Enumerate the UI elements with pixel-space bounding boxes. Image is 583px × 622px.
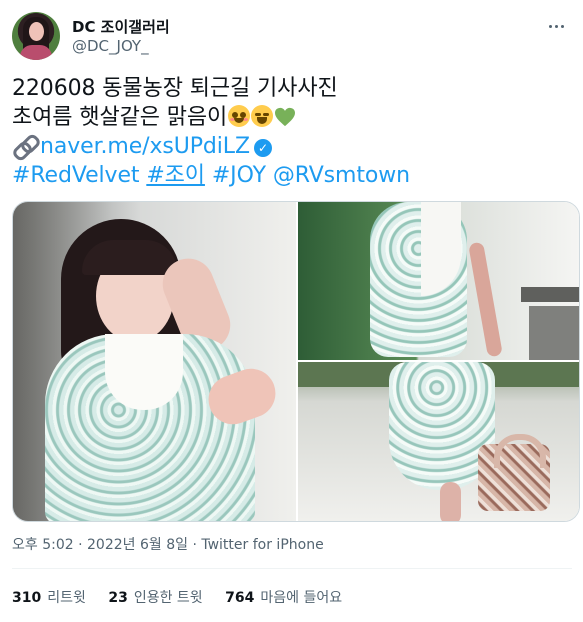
tweet-source[interactable]: Twitter for iPhone	[201, 537, 323, 553]
meta-separator: ·	[78, 537, 83, 553]
hashtag-joy[interactable]: #JOY	[212, 163, 266, 188]
tweet-line-1: 220608 동물농장 퇴근길 기사사진	[12, 76, 338, 101]
grinning-squinting-face-icon	[251, 105, 274, 127]
tweet-line-2-text: 초여름 햇살같은 맑음이	[12, 105, 228, 130]
retweets-label: 리트윗	[47, 590, 86, 606]
retweets-stat[interactable]: 310 리트윗	[12, 587, 86, 607]
hashtag-line: #RedVelvet #조이 #JOY @RVsmtown	[12, 161, 572, 190]
likes-count: 764	[225, 590, 255, 606]
hashtag-redvelvet[interactable]: #RedVelvet	[12, 163, 140, 188]
user-handle[interactable]: @DC_JOY_	[72, 37, 149, 55]
tweet-text: 220608 동물농장 퇴근길 기사사진 초여름 햇살같은 맑음이 naver.…	[10, 74, 572, 190]
hashtag-joy-korean[interactable]: #조이	[146, 163, 205, 188]
tweet-line-2: 초여름 햇살같은 맑음이	[12, 103, 572, 132]
avatar[interactable]	[12, 12, 60, 60]
tweet-link-line: naver.me/xsUPdiLZ ✓	[10, 132, 572, 163]
quotes-label: 인용한 트윗	[133, 590, 203, 606]
photo-grid	[12, 201, 580, 522]
tweet-meta: 오후 5:02 · 2022년 6월 8일 · Twitter for iPho…	[12, 534, 572, 554]
tweet-time[interactable]: 오후 5:02	[12, 537, 74, 553]
more-icon[interactable]	[544, 16, 568, 36]
quotes-stat[interactable]: 23 인용한 트윗	[108, 587, 202, 607]
likes-label: 마음에 들어요	[260, 590, 343, 606]
photo-dress-handbag[interactable]	[298, 362, 579, 521]
photo-woman-smiling[interactable]	[13, 202, 296, 521]
verified-icon: ✓	[253, 139, 272, 157]
link-icon	[10, 132, 43, 163]
likes-stat[interactable]: 764 마음에 들어요	[225, 587, 342, 607]
divider	[12, 568, 572, 569]
tweet-card[interactable]: DC 조이갤러리 @DC_JOY_ 220608 동물농장 퇴근길 기사사진 초…	[0, 0, 583, 622]
quotes-count: 23	[108, 590, 128, 606]
display-name[interactable]: DC 조이갤러리	[72, 16, 170, 37]
tweet-date[interactable]: 2022년 6월 8일	[87, 537, 188, 553]
tweet-link[interactable]: naver.me/xsUPdiLZ	[40, 134, 250, 159]
retweets-count: 310	[12, 590, 42, 606]
mention-rvsmtown[interactable]: @RVsmtown	[273, 163, 410, 188]
tweet-header: DC 조이갤러리 @DC_JOY_	[12, 12, 572, 62]
meta-separator: ·	[192, 537, 197, 553]
smiling-face-with-heart-eyes-icon	[228, 105, 251, 127]
photo-dress-walking[interactable]	[298, 202, 579, 360]
engagement-stats: 310 리트윗 23 인용한 트윗 764 마음에 들어요	[12, 587, 572, 607]
green-heart-icon	[275, 107, 296, 127]
